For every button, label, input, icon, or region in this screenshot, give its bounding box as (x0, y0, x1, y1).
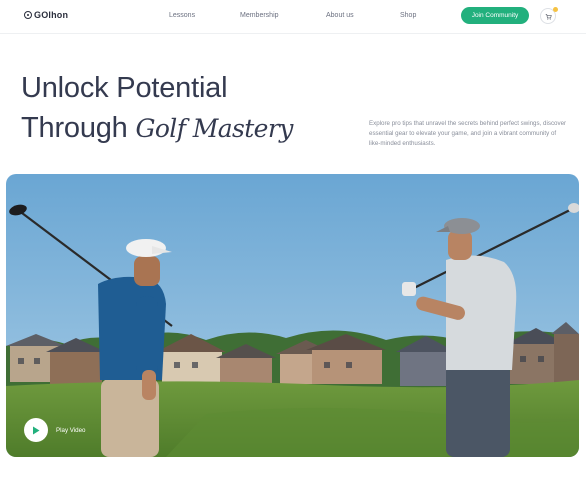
cart-badge (553, 7, 558, 12)
hero-title-line-2: Through Golf Mastery (21, 112, 293, 145)
nav-link-membership[interactable]: Membership (240, 12, 279, 19)
play-video-label: Play Video (56, 426, 86, 434)
hero-title-italic: Golf Mastery (135, 114, 293, 143)
brand-name: GOlhon (34, 10, 69, 20)
join-community-button[interactable]: Join Community (461, 7, 529, 24)
nav-link-about-us[interactable]: About us (326, 12, 354, 19)
nav-link-shop[interactable]: Shop (400, 12, 416, 19)
hero-video-thumbnail[interactable] (6, 174, 579, 457)
golfers-illustration (6, 174, 579, 457)
play-button[interactable] (24, 418, 48, 442)
hero-title-plain: Through (21, 112, 136, 144)
cart-icon (545, 13, 552, 20)
top-navigation: GOlhon Lessons Membership About us Shop … (0, 0, 586, 34)
hero-description: Explore pro tips that unravel the secret… (369, 120, 567, 147)
play-icon (33, 426, 40, 434)
nav-link-lessons[interactable]: Lessons (169, 12, 195, 19)
hero-title-line-1: Unlock Potential (21, 72, 228, 104)
logo-icon (24, 11, 32, 19)
play-video-control[interactable]: Play Video (24, 418, 85, 442)
brand-logo[interactable]: GOlhon (24, 10, 68, 20)
